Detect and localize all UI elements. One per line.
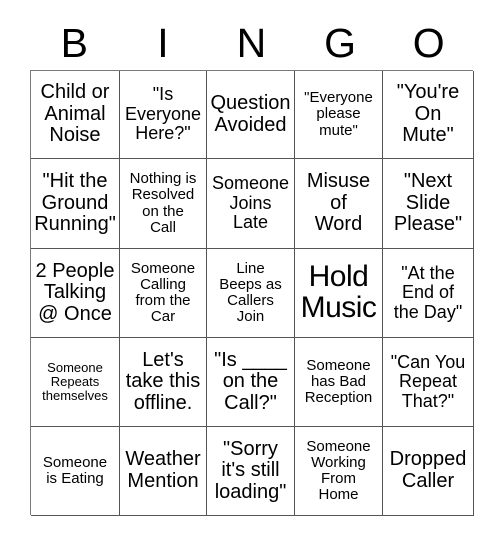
bingo-cell-text: Weather Mention [125,448,201,492]
bingo-cell[interactable]: Child or Animal Noise [31,71,120,159]
bingo-cell-text: Question Avoided [210,91,291,136]
bingo-cell-text: Nothing is Resolved on the Call [129,170,197,236]
bingo-cell[interactable]: "At the End of the Day" [383,249,474,338]
bingo-cell-text: "Hit the Ground Running" [34,170,116,236]
bingo-cell[interactable]: "You're On Mute" [383,71,474,159]
bingo-cell-text: "Can You Repeat That?" [390,351,466,411]
bingo-cell[interactable]: "Is Everyone Here?" [120,71,207,159]
bingo-cell[interactable]: Let's take this offline. [120,338,207,427]
bingo-cell[interactable]: "Is ____ on the Call?" [207,338,295,427]
bingo-cell-text: Someone Repeats themselves [42,359,108,404]
bingo-cell[interactable]: Misuse of Word [295,159,383,249]
bingo-header-letter-i: I [157,19,169,66]
bingo-cell[interactable]: Someone is Eating [31,427,120,516]
bingo-cell[interactable]: Weather Mention [120,427,207,516]
bingo-cell-text: Someone Calling from the Car [130,259,196,326]
bingo-cell-text: 2 People Talking @ Once [35,259,115,325]
bingo-cell-text: Someone has Bad Reception [304,356,373,407]
bingo-cell-text: Child or Animal Noise [40,81,110,147]
bingo-cell-text: Someone Joins Late [211,173,290,233]
bingo-cell-text: "Is ____ on the Call?" [214,348,287,414]
bingo-cell-text: "Next Slide Please" [393,170,463,236]
bingo-cell[interactable]: "Hit the Ground Running" [31,159,120,249]
bingo-cell[interactable]: Someone Calling from the Car [120,249,207,338]
bingo-cell[interactable]: "Everyone please mute" [295,71,383,159]
bingo-cell-text: "Sorry it's still loading" [214,437,287,503]
bingo-grid: Child or Animal Noise "Is Everyone Here?… [30,70,474,516]
bingo-cell[interactable]: "Can You Repeat That?" [383,338,474,427]
bingo-cell[interactable]: Someone Repeats themselves [31,338,120,427]
bingo-cell[interactable]: Someone Working From Home [295,427,383,516]
bingo-header-letter-o: O [412,19,445,66]
bingo-cell[interactable]: "Next Slide Please" [383,159,474,249]
bingo-cell[interactable]: Someone Joins Late [207,159,295,249]
bingo-cell[interactable]: 2 People Talking @ Once [31,249,120,338]
bingo-cell[interactable]: Dropped Caller [383,427,474,516]
bingo-cell-text: Someone is Eating [42,453,108,487]
bingo-cell-text: "You're On Mute" [396,81,460,147]
bingo-cell-text: "Everyone please mute" [304,89,373,139]
bingo-cell-text: Line Beeps as Callers Join [219,259,282,326]
bingo-cell[interactable]: Line Beeps as Callers Join [207,249,295,338]
bingo-cell[interactable]: Someone has Bad Reception [295,338,383,427]
bingo-header-letter-b: B [60,19,88,66]
bingo-cell-text: Dropped Caller [389,448,467,492]
bingo-cell-text: Hold Music [300,260,377,324]
bingo-cell-text: Someone Working From Home [306,437,371,504]
bingo-header: B I N G O [30,16,473,70]
bingo-header-letter-n: N [236,19,267,66]
bingo-cell[interactable]: Nothing is Resolved on the Call [120,159,207,249]
bingo-cell-text: Let's take this offline. [125,348,201,414]
bingo-header-letter-g: G [324,19,357,66]
bingo-cell[interactable]: Question Avoided [207,71,295,159]
bingo-cell-text: Misuse of Word [306,170,371,236]
bingo-card: B I N G O Child or Animal Noise "Is Ever… [0,0,500,544]
bingo-cell[interactable]: "Sorry it's still loading" [207,427,295,516]
bingo-cell-text: "Is Everyone Here?" [124,84,202,144]
bingo-cell-text: "At the End of the Day" [393,262,463,322]
bingo-cell[interactable]: Hold Music [295,249,383,338]
